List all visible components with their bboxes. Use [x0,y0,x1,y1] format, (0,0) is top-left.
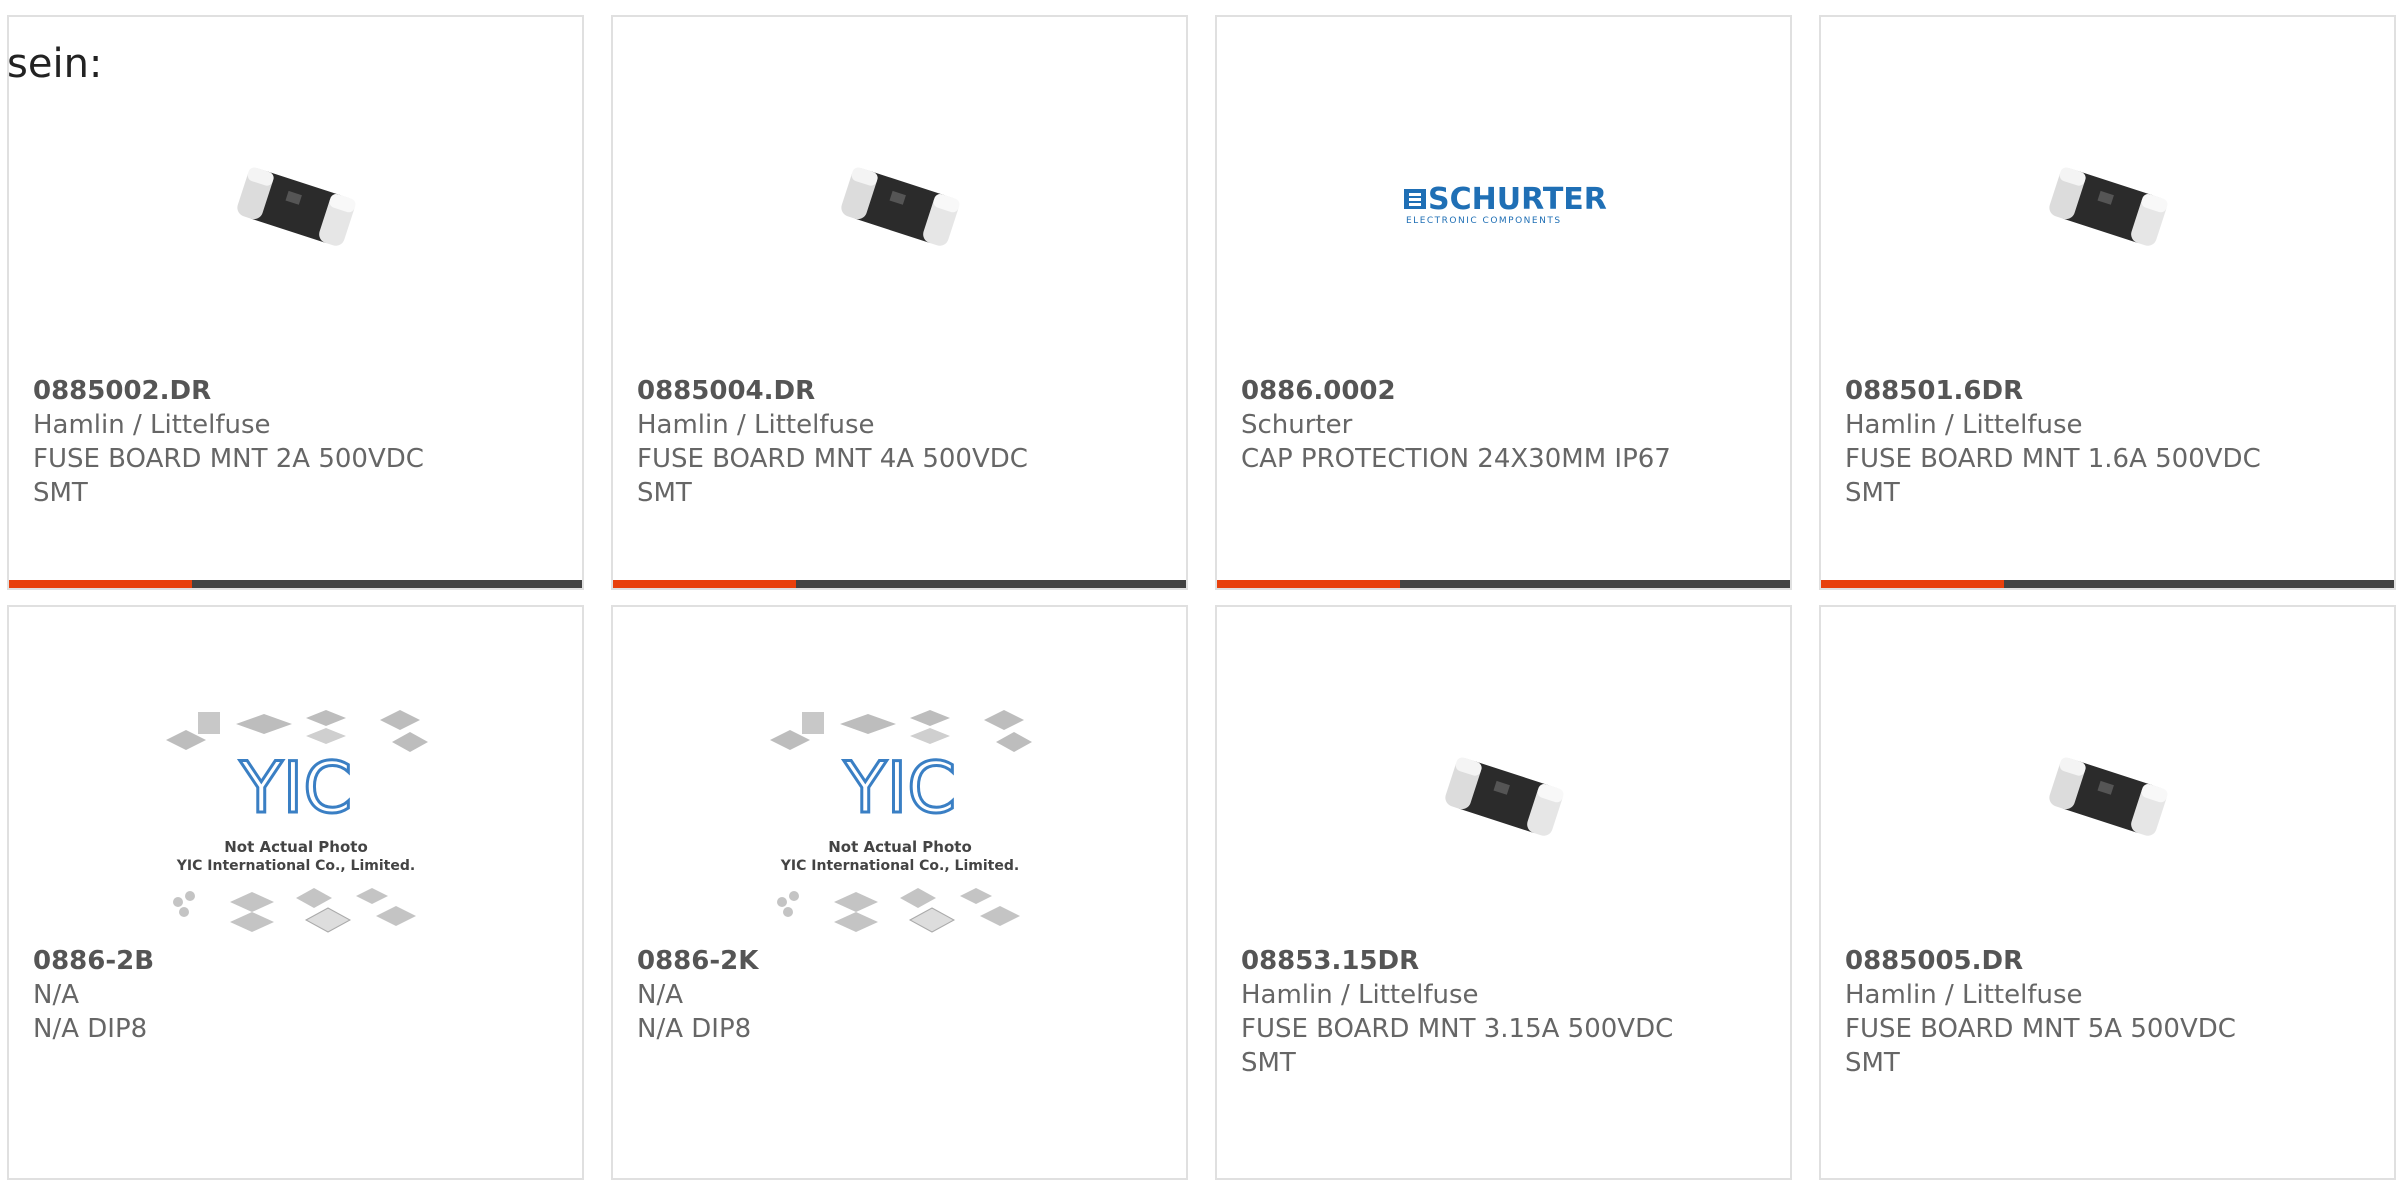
smd-fuse-icon [840,167,959,246]
product-image[interactable] [613,77,1186,337]
part-number[interactable]: 0886-2B [33,944,562,978]
yic-logo-line1: Not Actual Photo [224,838,368,856]
manufacturer: N/A [637,980,683,1010]
product-image[interactable] [1821,667,2394,927]
package: SMT [33,478,88,508]
card-bar [1217,580,1790,588]
product-card-0886-2b[interactable]: YIC Not Actual Photo YIC International C… [7,605,584,1180]
manufacturer: N/A [33,980,79,1010]
manufacturer: Hamlin / Littelfuse [1241,980,1479,1010]
part-number[interactable]: 08853.15DR [1241,944,1770,978]
product-card-0885002dr[interactable]: 0885002.DR Hamlin / Littelfuse FUSE BOAR… [7,15,584,590]
description: FUSE BOARD MNT 3.15A 500VDC [1241,1014,1674,1044]
product-image[interactable]: YIC Not Actual Photo YIC International C… [9,697,582,947]
part-number[interactable]: 0885002.DR [33,374,562,408]
card-bar [1821,580,2394,588]
card-bar-accent [1217,580,1400,588]
card-bar-accent [613,580,796,588]
product-image[interactable] [1217,667,1790,927]
yic-placeholder-icon: YIC Not Actual Photo YIC International C… [769,710,1032,933]
product-card-0885315dr[interactable]: 08853.15DR Hamlin / Littelfuse FUSE BOAR… [1215,605,1792,1180]
description: FUSE BOARD MNT 4A 500VDC [637,444,1028,474]
package: SMT [1845,1048,1900,1078]
smd-fuse-icon [236,167,355,246]
card-bar-accent [9,580,192,588]
manufacturer: Hamlin / Littelfuse [1845,410,2083,440]
package: SMT [637,478,692,508]
manufacturer: Hamlin / Littelfuse [637,410,875,440]
manufacturer: Schurter [1241,410,1353,440]
product-image[interactable] [1821,77,2394,337]
smd-fuse-icon [2048,757,2167,836]
part-number[interactable]: 0885005.DR [1845,944,2374,978]
card-bar-accent [1821,580,2004,588]
description: CAP PROTECTION 24X30MM IP67 [1241,444,1671,474]
product-card-08860002[interactable]: SCHURTER ELECTRONIC COMPONENTS 0886.0002… [1215,15,1792,590]
lead-text: sein: [7,41,103,87]
description: N/A DIP8 [637,1014,752,1044]
schurter-logo-tagline: ELECTRONIC COMPONENTS [1406,216,1562,226]
product-image[interactable] [9,77,582,337]
product-card-0886-2k[interactable]: YIC Not Actual Photo YIC International C… [611,605,1188,1180]
card-bar [9,580,582,588]
product-card-0885005dr[interactable]: 0885005.DR Hamlin / Littelfuse FUSE BOAR… [1819,605,2396,1180]
description: FUSE BOARD MNT 1.6A 500VDC [1845,444,2261,474]
description: FUSE BOARD MNT 2A 500VDC [33,444,424,474]
schurter-logo-icon: SCHURTER ELECTRONIC COMPONENTS [1403,182,1607,226]
part-number[interactable]: 0886.0002 [1241,374,1770,408]
product-image[interactable]: SCHURTER ELECTRONIC COMPONENTS [1217,77,1790,337]
smd-fuse-icon [1444,757,1563,836]
yic-logo-name: YIC [842,747,955,829]
manufacturer: Hamlin / Littelfuse [1845,980,2083,1010]
product-card-0885016dr[interactable]: 088501.6DR Hamlin / Littelfuse FUSE BOAR… [1819,15,2396,590]
part-number[interactable]: 0885004.DR [637,374,1166,408]
product-card-0885004dr[interactable]: 0885004.DR Hamlin / Littelfuse FUSE BOAR… [611,15,1188,590]
yic-logo-name: YIC [238,747,351,829]
part-number[interactable]: 0886-2K [637,944,1166,978]
package: SMT [1845,478,1900,508]
yic-logo-line2: YIC International Co., Limited. [175,858,414,874]
manufacturer: Hamlin / Littelfuse [33,410,271,440]
schurter-logo-name: SCHURTER [1428,182,1607,217]
yic-placeholder-icon: YIC Not Actual Photo YIC International C… [165,710,428,933]
yic-logo-line2: YIC International Co., Limited. [779,858,1018,874]
part-number[interactable]: 088501.6DR [1845,374,2374,408]
package: SMT [1241,1048,1296,1078]
description: FUSE BOARD MNT 5A 500VDC [1845,1014,2236,1044]
product-image[interactable]: YIC Not Actual Photo YIC International C… [613,697,1186,947]
card-bar [613,580,1186,588]
yic-logo-line1: Not Actual Photo [828,838,972,856]
smd-fuse-icon [2048,167,2167,246]
description: N/A DIP8 [33,1014,148,1044]
